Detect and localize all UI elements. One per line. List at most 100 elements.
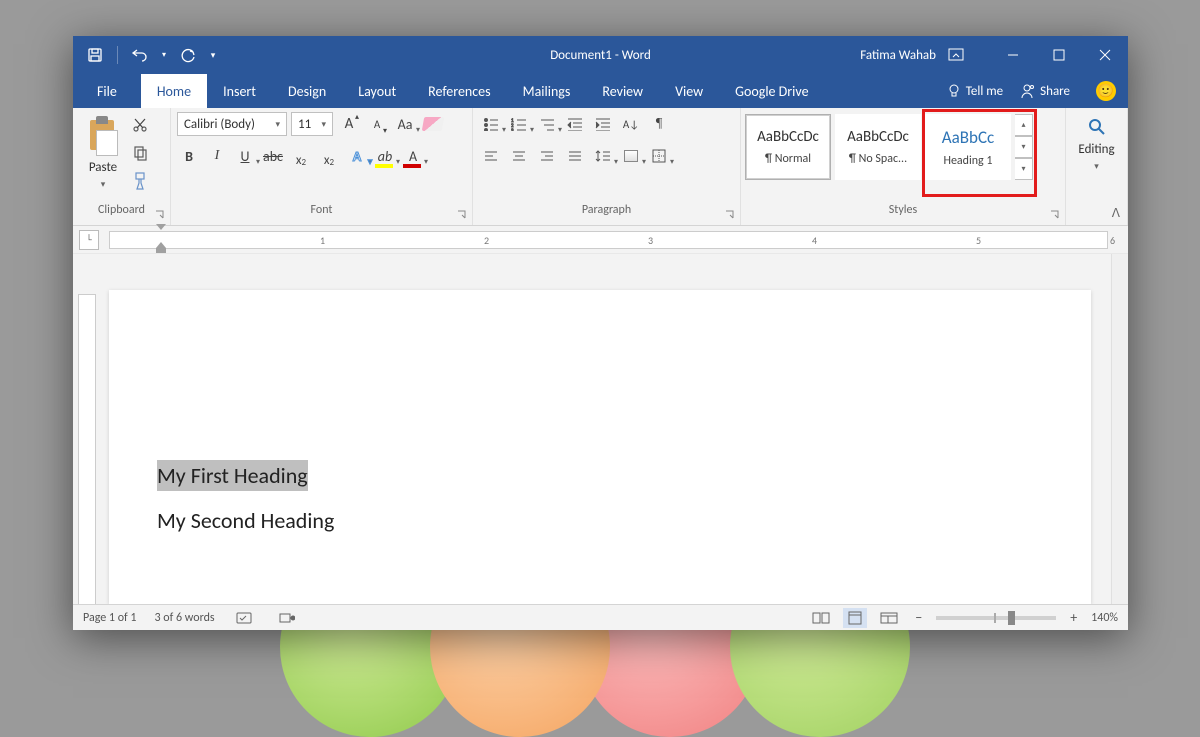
line-spacing-button[interactable]: ▾	[591, 144, 615, 168]
tab-mailings[interactable]: Mailings	[507, 74, 587, 108]
vertical-scrollbar[interactable]	[1111, 254, 1128, 604]
print-layout-button[interactable]	[843, 608, 867, 628]
highlight-button[interactable]: ab▾	[373, 144, 397, 168]
tell-me-button[interactable]: Tell me	[947, 83, 1003, 99]
shrink-font-button[interactable]: A▾	[365, 112, 389, 136]
word-count[interactable]: 3 of 6 words	[155, 611, 215, 625]
eraser-icon	[422, 117, 444, 131]
align-center-button[interactable]	[507, 144, 531, 168]
window-controls	[990, 36, 1128, 74]
zoom-in-button[interactable]: +	[1066, 609, 1081, 626]
align-left-button[interactable]	[479, 144, 503, 168]
decrease-indent-button[interactable]	[563, 112, 587, 136]
font-name-combo[interactable]: Calibri (Body)▾	[177, 112, 287, 136]
macro-recording-icon[interactable]	[275, 608, 299, 628]
tab-selector-button[interactable]	[79, 230, 99, 250]
document-heading-2[interactable]: My Second Heading	[157, 507, 1091, 534]
bucket-icon	[624, 150, 638, 162]
bold-button[interactable]: B	[177, 144, 201, 168]
web-layout-button[interactable]	[877, 608, 901, 628]
font-color-button[interactable]: A▾	[401, 144, 425, 168]
format-painter-button[interactable]	[129, 170, 151, 192]
tab-references[interactable]: References	[412, 74, 506, 108]
minimize-button[interactable]	[990, 36, 1036, 74]
styles-group-label: Styles	[741, 203, 1065, 225]
zoom-out-button[interactable]: −	[911, 609, 926, 626]
underline-button[interactable]: U▾	[233, 144, 257, 168]
qat-customize-button[interactable]: ▾	[206, 41, 220, 69]
document-page[interactable]: My First Heading My Second Heading	[109, 290, 1091, 604]
change-case-button[interactable]: Aa▾	[393, 112, 417, 136]
subscript-button[interactable]: x2	[289, 144, 313, 168]
sort-button[interactable]: A↓	[619, 112, 643, 136]
tab-insert[interactable]: Insert	[207, 74, 272, 108]
styles-scroll-down-icon[interactable]: ▾	[1015, 136, 1033, 158]
styles-launcher-icon[interactable]	[1049, 210, 1061, 222]
clipboard-launcher-icon[interactable]	[154, 210, 166, 222]
cut-button[interactable]	[129, 114, 151, 136]
tab-google-drive[interactable]: Google Drive	[719, 74, 824, 108]
shading-button[interactable]: ▾	[619, 144, 643, 168]
tab-file[interactable]: File	[73, 74, 141, 108]
save-button[interactable]	[81, 41, 109, 69]
editing-label[interactable]: Editing	[1078, 142, 1114, 157]
undo-dropdown[interactable]: ▾	[158, 41, 170, 69]
font-launcher-icon[interactable]	[456, 210, 468, 222]
style-preview: AaBbCcDc	[757, 128, 819, 146]
spelling-status-icon[interactable]	[233, 608, 257, 628]
italic-button[interactable]: I	[205, 144, 229, 168]
maximize-button[interactable]	[1036, 36, 1082, 74]
find-icon[interactable]	[1086, 116, 1108, 138]
style-no-spacing[interactable]: AaBbCcDc ¶ No Spac...	[835, 114, 921, 180]
paste-button[interactable]: Paste ▾	[79, 112, 127, 200]
read-mode-button[interactable]	[809, 608, 833, 628]
styles-gallery-scroll[interactable]: ▴ ▾ ▾	[1015, 114, 1033, 180]
copy-button[interactable]	[129, 142, 151, 164]
tell-me-label: Tell me	[966, 84, 1003, 99]
close-button[interactable]	[1082, 36, 1128, 74]
paste-dropdown-icon[interactable]: ▾	[101, 179, 106, 190]
styles-expand-icon[interactable]: ▾	[1015, 158, 1033, 180]
horizontal-ruler[interactable]: 1 2 3 4 5 6	[109, 231, 1108, 249]
zoom-slider[interactable]	[936, 616, 1056, 620]
text-effects-button[interactable]: A▾	[345, 144, 369, 168]
tab-layout[interactable]: Layout	[342, 74, 412, 108]
numbering-button[interactable]: 123▾	[507, 112, 531, 136]
style-normal[interactable]: AaBbCcDc ¶ Normal	[745, 114, 831, 180]
increase-indent-button[interactable]	[591, 112, 615, 136]
font-size-combo[interactable]: 11▾	[291, 112, 333, 136]
tab-design[interactable]: Design	[272, 74, 342, 108]
feedback-smiley-icon[interactable]: 🙂	[1096, 81, 1116, 101]
collapse-ribbon-button[interactable]: ᐱ	[1112, 206, 1120, 221]
style-name: Heading 1	[943, 154, 992, 168]
align-right-button[interactable]	[535, 144, 559, 168]
justify-button[interactable]	[563, 144, 587, 168]
styles-scroll-up-icon[interactable]: ▴	[1015, 114, 1033, 136]
tab-view[interactable]: View	[659, 74, 719, 108]
user-name[interactable]: Fatima Wahab	[860, 48, 936, 63]
zoom-level[interactable]: 140%	[1091, 611, 1118, 625]
tab-review[interactable]: Review	[586, 74, 659, 108]
multilevel-list-button[interactable]: ▾	[535, 112, 559, 136]
vertical-ruler[interactable]	[73, 254, 101, 604]
indent-marker-icon[interactable]	[156, 224, 166, 253]
show-paragraph-marks-button[interactable]: ¶	[647, 112, 671, 136]
redo-button[interactable]	[174, 41, 202, 69]
paragraph-launcher-icon[interactable]	[724, 210, 736, 222]
page-indicator[interactable]: Page 1 of 1	[83, 611, 137, 625]
tab-home[interactable]: Home	[141, 74, 207, 108]
clear-formatting-button[interactable]	[421, 112, 445, 136]
editing-dropdown-icon[interactable]: ▾	[1094, 161, 1099, 172]
zoom-slider-thumb[interactable]	[1008, 611, 1015, 625]
superscript-button[interactable]: x2	[317, 144, 341, 168]
style-heading-1[interactable]: AaBbCc Heading 1	[925, 114, 1011, 180]
undo-button[interactable]	[126, 41, 154, 69]
ribbon-display-options-icon[interactable]	[944, 43, 968, 67]
borders-button[interactable]: ▾	[647, 144, 671, 168]
bullets-button[interactable]: ▾	[479, 112, 503, 136]
statusbar: Page 1 of 1 3 of 6 words − + 140%	[73, 604, 1128, 630]
strikethrough-button[interactable]: abc	[261, 144, 285, 168]
share-button[interactable]: Share	[1019, 83, 1070, 99]
grow-font-button[interactable]: A▴	[337, 112, 361, 136]
document-heading-1[interactable]: My First Heading	[157, 460, 308, 491]
